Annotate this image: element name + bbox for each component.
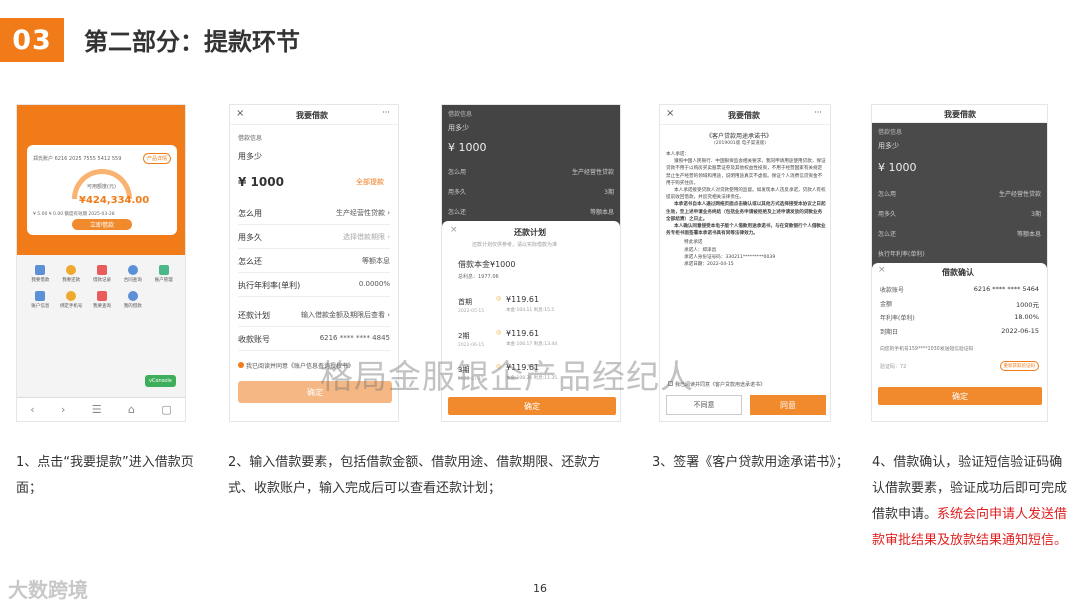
home-icon[interactable]: ⌂ — [128, 403, 135, 416]
rate-row: 执行年利率(单利) 0.0000% — [238, 273, 390, 297]
caption-step4: 4、借款确认，验证短信验证码确认借款要素，验证成功后即可完成借款申请。系统会向申… — [872, 455, 1068, 548]
function-grid: 我要借款 我要还款 借款记录 合同查询 账户管理 账户信息 绑定手机号 我要查询… — [25, 265, 179, 309]
confirm-button[interactable]: 确定 — [878, 387, 1042, 405]
screenshot-loan-confirm: 我要借款 借款信息 用多少 ¥ 1000 怎么用 生产经营性贷款 用多久 3期 … — [871, 104, 1048, 422]
repay-icon — [66, 265, 77, 275]
card-account: 郑氏账户 6216 2025 7555 5412 559 — [33, 156, 122, 162]
loan-icon — [35, 265, 46, 275]
sheet-confirm-button[interactable]: 确定 — [448, 397, 616, 415]
section-label: 借款信息 — [238, 135, 263, 142]
phone-icon — [66, 291, 77, 301]
rate-info: ¥ 5.00 ¥ 0.00 额度有效期 2025-03-28 — [33, 212, 115, 217]
nav-bar: × 我要借款 ··· — [660, 105, 830, 125]
grid-item[interactable]: 借款记录 — [87, 265, 118, 283]
sms-code-input[interactable]: 验证码：72 — [880, 363, 906, 370]
contract-icon — [127, 265, 138, 275]
repay-method-row[interactable]: 怎么还 等额本息 — [238, 249, 390, 273]
sheet-title: 还款计划 — [514, 228, 546, 237]
sheet-note: 还款计划仅供参考，请以实际借款为准 — [472, 242, 558, 248]
info-icon — [35, 291, 46, 301]
brand-logo: 大数跨境 — [8, 578, 88, 602]
grid-item[interactable]: 我要借款 — [25, 265, 56, 283]
available-amount: ¥424,334.00 — [79, 195, 150, 206]
query-icon — [96, 291, 107, 301]
more-icon[interactable]: ··· — [382, 108, 390, 117]
nav-bar: 我要借款 — [872, 105, 1047, 123]
account-icon — [158, 265, 169, 275]
sms-hint: 向您的手机号159****1030发送短信验证码 — [880, 347, 974, 352]
usage-row[interactable]: 怎么用 生产经营性贷款 › — [238, 201, 390, 225]
check-icon — [238, 362, 244, 368]
account-card: 郑氏账户 6216 2025 7555 5412 559 产品详情 可用额度(元… — [27, 145, 177, 235]
grid-item[interactable]: 我要还款 — [56, 265, 87, 283]
withdraw-button[interactable]: 立即借款 — [72, 219, 132, 230]
back-icon[interactable]: ‹ — [30, 403, 34, 416]
receive-account-row[interactable]: 收款账号 6216 **** **** 4845 — [238, 327, 390, 351]
watermark: 格局金服银企产品经纪人 — [320, 357, 694, 396]
principal: 借款本金¥1000 — [458, 260, 516, 269]
doc-body: 本人承诺： 遵照中国人民银行、中国银保监会相关要求，我同申请用途使用贷款，保证贷… — [666, 152, 826, 268]
record-icon — [96, 265, 107, 275]
grid-item[interactable]: 我要查询 — [87, 291, 118, 309]
grid-item[interactable]: 合同查询 — [117, 265, 148, 283]
menu-icon[interactable]: ☰ — [92, 403, 102, 416]
grid-item[interactable]: 账户管理 — [148, 265, 179, 283]
nav-title: 我要借款 — [728, 111, 760, 120]
grid-item[interactable]: 绑定手机号 — [56, 291, 87, 309]
how-much-label: 用多少 — [238, 152, 262, 161]
nav-title: 我要借款 — [296, 111, 328, 120]
page-number: 16 — [533, 582, 547, 595]
grid-item[interactable]: 账户信息 — [25, 291, 56, 309]
grid-item[interactable]: 我的借款 — [117, 291, 148, 309]
caption-step2: 2、输入借款要素，包括借款金额、借款用途、借款期限、还款方式、收款账户，输入完成… — [228, 455, 601, 496]
page-title: 第二部分：提款环节 — [84, 28, 300, 56]
more-icon[interactable]: ··· — [814, 108, 822, 117]
section-number-badge: 03 — [0, 18, 64, 62]
browser-toolbar: ‹ › ☰ ⌂ ▢ — [17, 397, 185, 421]
close-icon[interactable]: × — [450, 225, 458, 235]
close-icon[interactable]: × — [878, 265, 886, 275]
tabs-icon[interactable]: ▢ — [161, 403, 171, 416]
resend-sms-button[interactable]: 重新获取验证码 — [999, 361, 1039, 371]
repay-plan-row[interactable]: 还款计划 输入借款金额及期限后查看 › — [238, 303, 390, 327]
nav-bar: × 我要借款 ··· — [230, 105, 398, 125]
close-icon[interactable]: × — [236, 108, 244, 119]
doc-title: 《客户贷款用途承诺书》 — [706, 133, 773, 140]
vconsole-button[interactable]: vConsole — [145, 375, 176, 387]
confirm-sheet: × 借款确认 收款账号 6216 **** **** 5464 金额 1000元… — [872, 263, 1047, 421]
term-row[interactable]: 用多久 选择借款期限 › — [238, 225, 390, 249]
doc-number: (2019001版 电子渠道版) — [714, 141, 766, 146]
caption-step3: 3、签署《客户贷款用途承诺书》； — [652, 455, 849, 470]
close-icon[interactable]: × — [666, 108, 674, 119]
screenshot-home: 郑氏账户 6216 2025 7555 5412 559 产品详情 可用额度(元… — [16, 104, 186, 422]
disagree-button[interactable]: 不同意 — [666, 395, 742, 415]
agree-button[interactable]: 同意 — [750, 395, 826, 415]
period-item: 首期 2022-05-15 ◎ ¥119.61 本金:104.11 利息:15.… — [458, 295, 555, 314]
product-detail-badge[interactable]: 产品详情 — [142, 153, 171, 164]
confirm-title: 借款确认 — [942, 268, 974, 277]
available-label: 可用额度(元) — [87, 184, 116, 190]
all-borrow-link[interactable]: 全部提款 — [356, 177, 384, 187]
amount-input[interactable]: ¥ 1000 — [238, 175, 284, 189]
nav-title: 我要借款 — [944, 110, 976, 119]
total-interest: 总利息：1977.06 — [458, 274, 499, 280]
forward-icon[interactable]: › — [61, 403, 65, 416]
caption-step1: 1、点击“我要提款”进入借款页面； — [16, 455, 194, 496]
my-loan-icon — [127, 291, 138, 301]
